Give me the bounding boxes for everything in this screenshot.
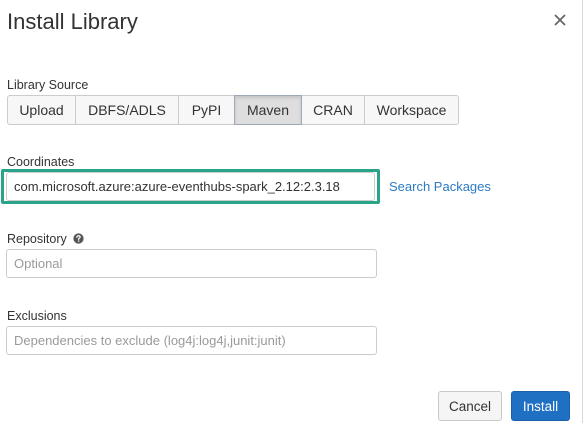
source-option-maven[interactable]: Maven: [234, 95, 302, 125]
source-option-workspace[interactable]: Workspace: [364, 95, 459, 125]
cancel-button[interactable]: Cancel: [438, 391, 502, 421]
coordinates-label: Coordinates: [7, 155, 75, 169]
library-source-label: Library Source: [7, 78, 89, 92]
exclusions-input[interactable]: [6, 326, 377, 355]
install-button[interactable]: Install: [511, 391, 570, 421]
dialog-title: Install Library: [7, 9, 138, 34]
source-option-upload[interactable]: Upload: [7, 95, 76, 125]
library-source-selector: Upload DBFS/ADLS PyPI Maven CRAN Workspa…: [7, 95, 459, 125]
search-packages-link[interactable]: Search Packages: [389, 179, 491, 194]
source-option-cran[interactable]: CRAN: [301, 95, 365, 125]
repository-label-row: Repository: [7, 232, 84, 248]
source-option-dbfs-adls[interactable]: DBFS/ADLS: [75, 95, 179, 125]
source-option-pypi[interactable]: PyPI: [178, 95, 235, 125]
install-library-dialog: Install Library Library Source Upload DB…: [0, 0, 583, 423]
exclusions-label: Exclusions: [7, 309, 67, 323]
coordinates-input[interactable]: [6, 172, 375, 201]
close-icon[interactable]: [552, 12, 568, 28]
repository-input[interactable]: [6, 249, 377, 278]
repository-label: Repository: [7, 232, 67, 246]
question-circle-icon[interactable]: [73, 233, 84, 248]
